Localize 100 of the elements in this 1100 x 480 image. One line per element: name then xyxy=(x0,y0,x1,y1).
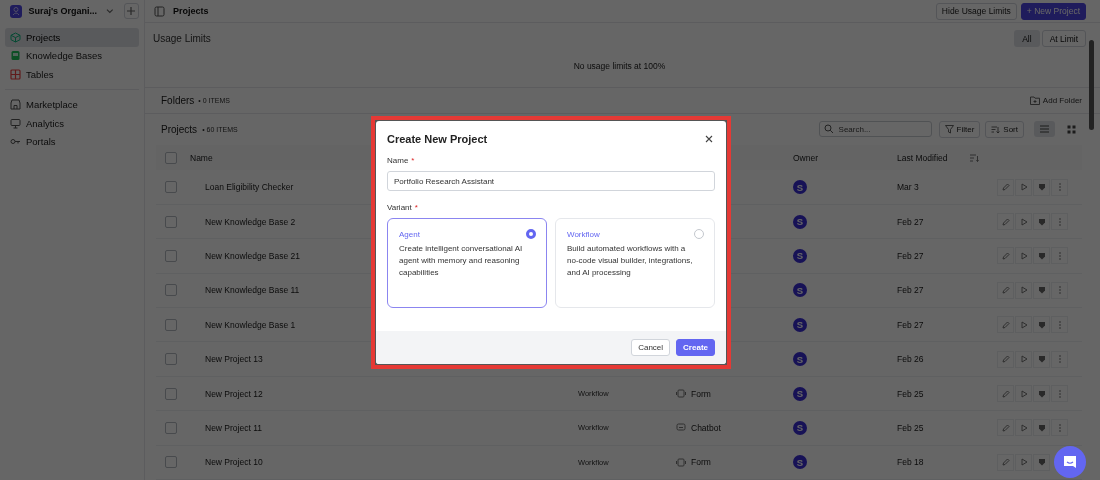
run-button[interactable] xyxy=(1015,247,1032,265)
shield-button[interactable] xyxy=(1033,350,1050,368)
shield-button[interactable] xyxy=(1033,247,1050,265)
scrollbar[interactable] xyxy=(1089,40,1094,130)
add-folder-button[interactable]: Add Folder xyxy=(1029,95,1082,105)
add-button[interactable] xyxy=(123,3,139,19)
project-name[interactable]: New Project 10 xyxy=(205,457,263,468)
sidebar-item[interactable]: Portals xyxy=(5,132,139,151)
edit-button[interactable] xyxy=(997,385,1014,402)
sidebar-item[interactable]: Knowledge Bases xyxy=(5,46,139,65)
more-button[interactable] xyxy=(1051,419,1068,437)
create-button[interactable]: Create xyxy=(676,339,715,356)
more-button[interactable] xyxy=(1051,350,1068,368)
filter-button[interactable]: Filter xyxy=(938,121,981,138)
more-button[interactable] xyxy=(1051,385,1068,402)
shield-button[interactable] xyxy=(1033,178,1050,196)
run-button[interactable] xyxy=(1015,385,1032,402)
project-name[interactable]: New Knowledge Base 1 xyxy=(205,319,296,330)
project-name[interactable]: New Knowledge Base 2 xyxy=(205,216,296,227)
owner-avatar: S xyxy=(793,214,807,229)
run-button[interactable] xyxy=(1015,281,1032,299)
pencil-icon xyxy=(1001,423,1010,432)
edit-button[interactable] xyxy=(997,178,1014,196)
row-checkbox[interactable] xyxy=(165,215,177,228)
sidebar-item[interactable]: Marketplace xyxy=(5,95,139,114)
chat-icon xyxy=(1062,454,1078,470)
column-header: Owner xyxy=(793,153,819,163)
run-button[interactable] xyxy=(1015,453,1032,471)
run-button[interactable] xyxy=(1015,316,1032,334)
edit-button[interactable] xyxy=(997,419,1014,437)
radio-button[interactable] xyxy=(526,229,536,239)
row-checkbox[interactable] xyxy=(165,249,177,262)
table-cell: Feb 25 xyxy=(897,388,924,399)
shield-button[interactable] xyxy=(1033,213,1050,231)
pencil-icon xyxy=(1001,320,1010,329)
run-button[interactable] xyxy=(1015,350,1032,368)
row-checkbox[interactable] xyxy=(165,181,177,194)
project-name[interactable]: New Project 13 xyxy=(205,354,263,365)
edit-button[interactable] xyxy=(997,453,1014,471)
cancel-button[interactable]: Cancel xyxy=(631,339,671,356)
shield-button[interactable] xyxy=(1033,385,1050,402)
row-checkbox[interactable] xyxy=(165,318,177,331)
list-view-button[interactable] xyxy=(1034,121,1055,138)
shield-button[interactable] xyxy=(1033,316,1050,334)
close-button[interactable] xyxy=(703,133,715,145)
sort-button[interactable]: Sort xyxy=(985,121,1024,138)
project-name[interactable]: New Project 12 xyxy=(205,388,263,399)
organization-name[interactable]: Suraj's Organi... xyxy=(28,6,98,16)
edit-button[interactable] xyxy=(997,316,1014,334)
more-button[interactable] xyxy=(1051,178,1068,196)
sidebar-item[interactable]: Tables xyxy=(5,65,139,84)
required-mark: * xyxy=(411,156,415,165)
row-checkbox[interactable] xyxy=(165,421,177,434)
shield-button[interactable] xyxy=(1033,453,1050,471)
row-checkbox[interactable] xyxy=(165,284,177,297)
cube-icon xyxy=(10,31,21,43)
filter-tab[interactable]: At Limit xyxy=(1041,30,1086,48)
more-button[interactable] xyxy=(1051,281,1068,299)
edit-button[interactable] xyxy=(997,247,1014,265)
owner-avatar: S xyxy=(793,386,807,401)
folder-plus-icon xyxy=(1029,95,1040,105)
run-button[interactable] xyxy=(1015,213,1032,231)
variant-card[interactable]: Agent Create intelligent conversational AI agent with memory and reasoning capabilities xyxy=(387,218,547,308)
shield-icon xyxy=(1037,355,1046,364)
row-checkbox[interactable] xyxy=(165,387,177,400)
shield-icon xyxy=(1037,423,1046,432)
row-checkbox[interactable] xyxy=(165,456,177,469)
variant-title: Agent xyxy=(399,229,420,239)
name-field[interactable]: Portfolio Research Assistant xyxy=(387,171,715,191)
list-icon xyxy=(1040,125,1049,134)
project-name[interactable]: Loan Eligibility Checker xyxy=(205,182,294,193)
variant-card[interactable]: Workflow Build automated workflows with a no-code visual builder, integrations, and AI processing xyxy=(555,218,715,308)
hide-usage-limits-button[interactable]: Hide Usage Limits xyxy=(935,2,1017,20)
run-button[interactable] xyxy=(1015,419,1032,437)
owner-avatar: S xyxy=(793,180,807,195)
chevron-down-icon[interactable] xyxy=(106,8,114,14)
sidebar-item[interactable]: Analytics xyxy=(5,114,139,133)
shield-button[interactable] xyxy=(1033,281,1050,299)
more-button[interactable] xyxy=(1051,213,1068,231)
variant-description: Build automated workflows with a no-code visual builder, integrations, and AI processing xyxy=(567,243,694,279)
shield-icon xyxy=(1037,286,1046,295)
row-checkbox[interactable] xyxy=(165,353,177,366)
edit-button[interactable] xyxy=(997,350,1014,368)
sidebar-toggle-icon[interactable] xyxy=(154,5,165,17)
filter-tab[interactable]: All xyxy=(1014,30,1040,48)
edit-button[interactable] xyxy=(997,281,1014,299)
sidebar-item[interactable]: Projects xyxy=(5,28,139,47)
more-button[interactable] xyxy=(1051,247,1068,265)
sort-icon[interactable] xyxy=(970,154,979,162)
project-name[interactable]: New Knowledge Base 11 xyxy=(205,285,300,296)
project-name[interactable]: New Project 11 xyxy=(205,422,262,433)
run-button[interactable] xyxy=(1015,178,1032,196)
chat-icon xyxy=(676,423,686,433)
edit-button[interactable] xyxy=(997,213,1014,231)
search-field[interactable]: Search... xyxy=(818,121,932,138)
more-button[interactable] xyxy=(1051,316,1068,334)
project-name[interactable]: New Knowledge Base 21 xyxy=(205,250,300,261)
select-all-checkbox[interactable] xyxy=(165,152,177,164)
shield-button[interactable] xyxy=(1033,419,1050,437)
table-cell: Feb 25 xyxy=(897,422,924,433)
